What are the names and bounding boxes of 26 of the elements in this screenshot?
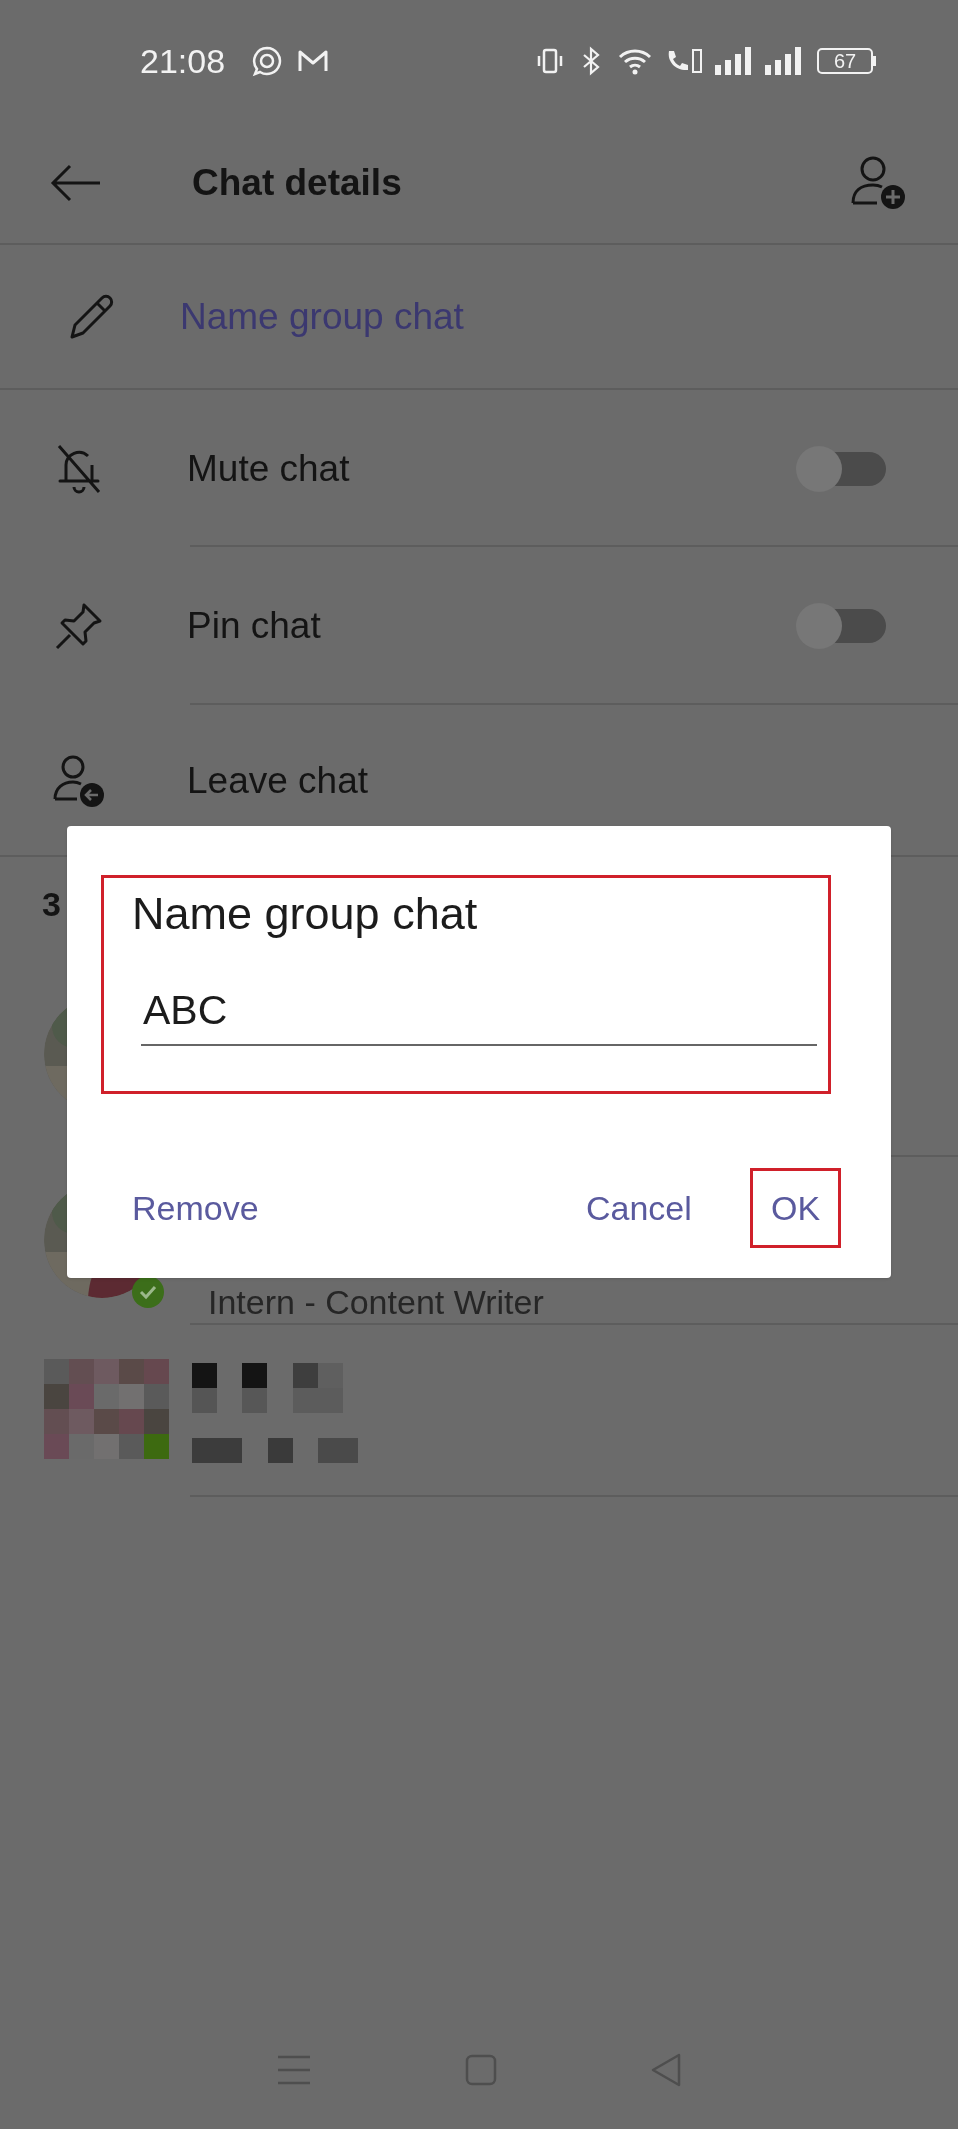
pin-icon	[53, 601, 104, 651]
dialog-button[interactable]: Remove	[132, 1168, 259, 1248]
name-input-field[interactable]: ABC	[141, 976, 817, 1046]
vibrate-icon	[535, 46, 565, 76]
option-label[interactable]: Mute chat	[187, 440, 350, 497]
battery-indicator: 67	[817, 48, 876, 74]
chat-app-icon	[251, 45, 284, 77]
option-label[interactable]: Pin chat	[187, 598, 321, 654]
mail-icon	[297, 48, 330, 74]
dialog-button[interactable]: OK	[750, 1168, 842, 1248]
bluetooth-icon	[581, 46, 601, 76]
menu-icon[interactable]	[277, 2054, 311, 2086]
dialog-button[interactable]: Cancel	[586, 1168, 692, 1248]
toggle-switch[interactable]	[796, 603, 888, 649]
status-time: 21:08	[140, 44, 226, 78]
member-role: Intern - Content Writer	[208, 1283, 544, 1321]
option-label[interactable]: Leave chat	[187, 753, 369, 809]
back-icon[interactable]	[651, 2053, 681, 2087]
signal-icon	[715, 47, 753, 75]
signal-icon	[765, 47, 803, 75]
home-icon[interactable]	[465, 2054, 497, 2086]
toggle-switch[interactable]	[796, 445, 888, 492]
dialog-title: Name group chat	[132, 887, 478, 941]
section-heading: 3	[42, 884, 61, 925]
screen-title: Chat details	[192, 160, 402, 205]
bell-off-icon	[55, 442, 102, 495]
